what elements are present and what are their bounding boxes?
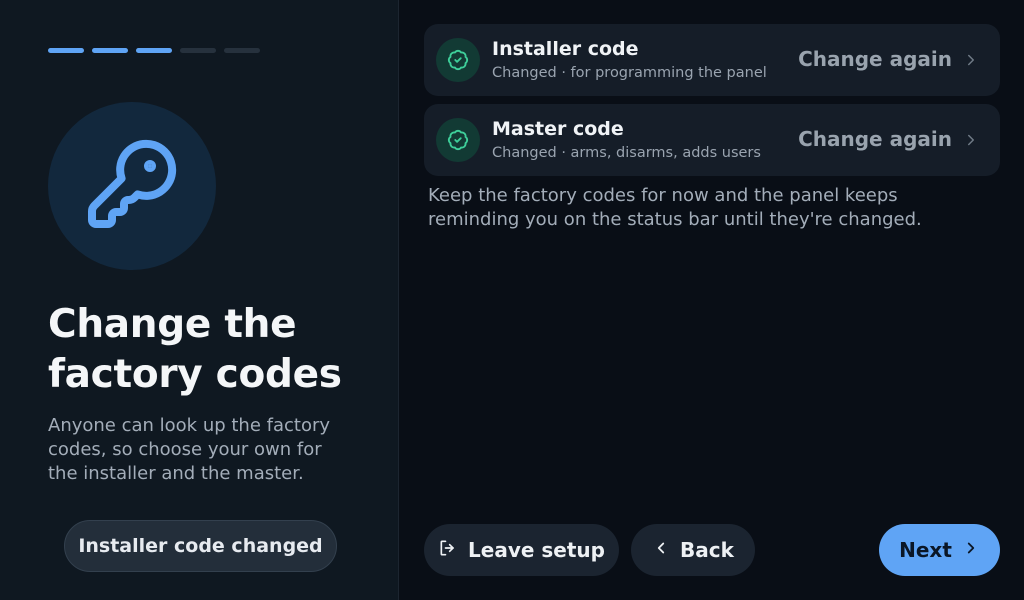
key-icon: [84, 136, 180, 236]
installer-change-again-button[interactable]: Change again: [798, 47, 952, 71]
hero-icon-circle: [48, 102, 216, 270]
next-label: Next: [899, 538, 952, 562]
chevron-right-icon: [962, 131, 980, 153]
step-progress: [48, 48, 260, 53]
reminder-note: Keep the factory codes for now and the p…: [428, 185, 922, 230]
chevron-right-icon: [962, 538, 980, 562]
back-button[interactable]: Back: [631, 524, 755, 576]
installer-code-card[interactable]: Installer code Changed · for programming…: [424, 24, 1000, 96]
chevron-right-icon: [962, 51, 980, 73]
page-title: Change the factory codes: [48, 302, 342, 397]
left-panel: Change the factory codes Anyone can look…: [0, 0, 399, 600]
check-badge-icon: [436, 118, 480, 162]
installer-code-title: Installer code: [492, 38, 639, 60]
page-subtitle: Anyone can look up the factory codes, so…: [48, 415, 331, 484]
progress-step-2: [92, 48, 128, 53]
master-code-title: Master code: [492, 118, 624, 140]
leave-setup-button[interactable]: Leave setup: [424, 524, 619, 576]
master-code-card[interactable]: Master code Changed · arms, disarms, add…: [424, 104, 1000, 176]
status-toast: Installer code changed: [64, 520, 337, 572]
next-button[interactable]: Next: [879, 524, 1000, 576]
master-change-again-button[interactable]: Change again: [798, 127, 952, 151]
log-out-icon: [438, 538, 458, 563]
installer-code-subtitle: Changed · for programming the panel: [492, 65, 767, 81]
leave-setup-label: Leave setup: [468, 538, 605, 562]
check-badge-icon: [436, 38, 480, 82]
back-label: Back: [680, 538, 734, 562]
progress-step-5: [224, 48, 260, 53]
chevron-left-icon: [652, 538, 670, 562]
progress-step-4: [180, 48, 216, 53]
progress-step-1: [48, 48, 84, 53]
progress-step-3: [136, 48, 172, 53]
master-code-subtitle: Changed · arms, disarms, adds users: [492, 145, 761, 161]
